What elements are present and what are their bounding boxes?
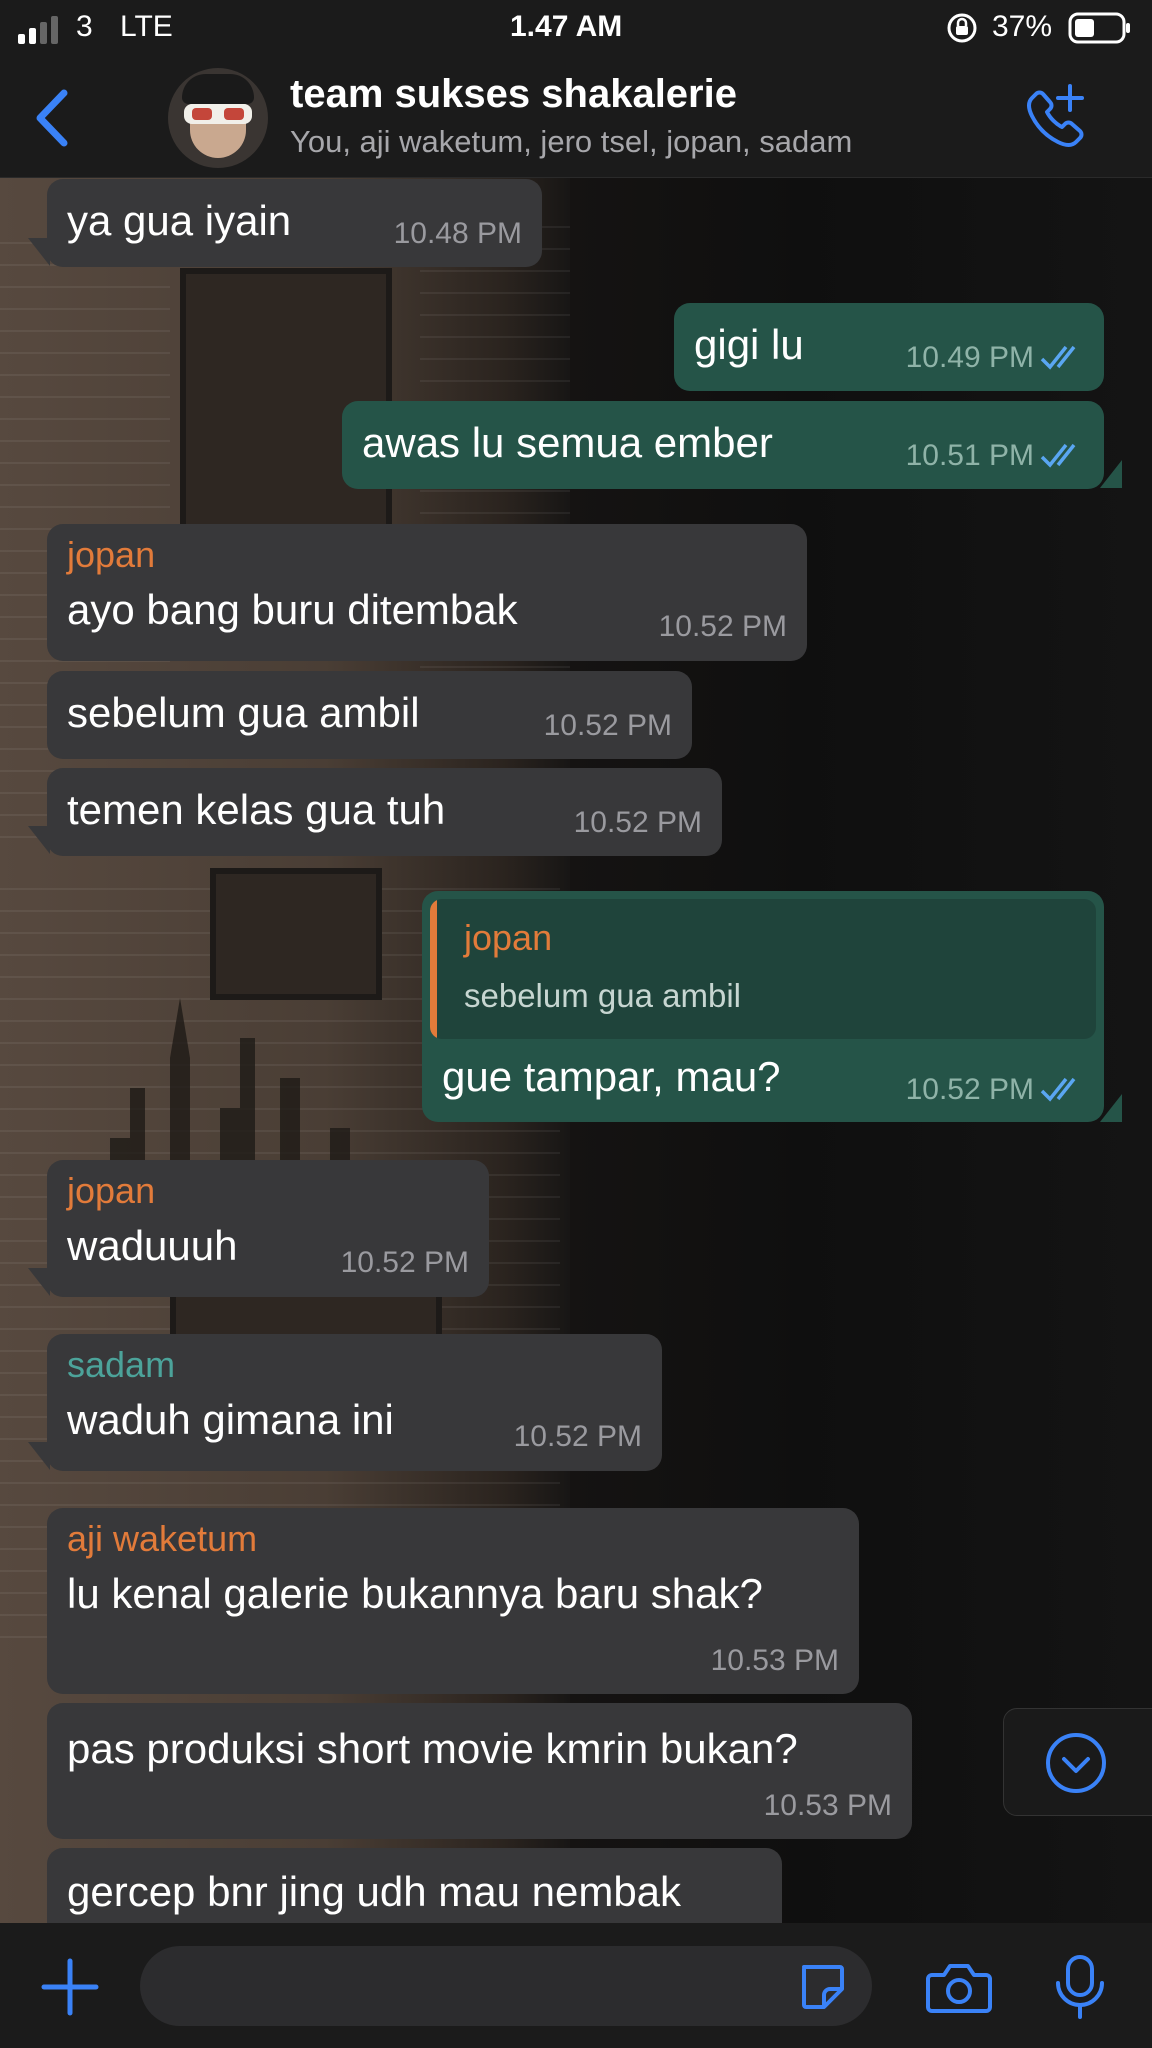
camera-icon[interactable]: [926, 1959, 992, 2015]
add-call-icon[interactable]: [1018, 82, 1088, 152]
sticker-icon[interactable]: [796, 1961, 848, 2013]
message-bubble[interactable]: gigi lu 10.49 PM: [674, 303, 1104, 391]
reply-quote[interactable]: jopan sebelum gua ambil: [430, 899, 1096, 1039]
clock: 1.47 AM: [510, 10, 623, 43]
sender-name: sadam: [67, 1344, 176, 1385]
network-label: LTE: [120, 10, 173, 43]
status-bar: 3 LTE 1.47 AM 37%: [0, 0, 1152, 60]
message-bubble[interactable]: awas lu semua ember 10.51 PM: [342, 401, 1104, 489]
group-members[interactable]: You, aji waketum, jero tsel, jopan, sada…: [290, 124, 852, 160]
group-title[interactable]: team sukses shakalerie: [290, 72, 737, 117]
reply-text: sebelum gua ambil: [464, 977, 741, 1014]
sender-name: aji waketum: [67, 1518, 258, 1559]
message-time: 10.53 PM: [763, 1789, 892, 1822]
message-time: 10.52 PM: [573, 806, 702, 839]
message-bubble[interactable]: aji waketum lu kenal galerie bukannya ba…: [47, 1508, 859, 1694]
reply-sender: jopan: [464, 917, 553, 958]
message-bubble[interactable]: jopan waduuuh 10.52 PM: [47, 1160, 489, 1297]
carrier-label: 3: [76, 10, 93, 43]
message-text: sebelum gua ambil: [67, 689, 420, 736]
message-bubble[interactable]: sadam waduh gimana ini 10.52 PM: [47, 1334, 662, 1471]
message-bubble[interactable]: jopan ayo bang buru ditembak 10.52 PM: [47, 524, 807, 661]
message-text: waduuuh: [67, 1222, 238, 1269]
message-time: 10.52 PM: [543, 709, 672, 742]
signal-icon: [18, 16, 58, 44]
message-time: 10.52 PM: [340, 1246, 469, 1279]
message-text: temen kelas gua tuh: [67, 786, 446, 833]
message-text: awas lu semua ember: [362, 419, 773, 466]
scroll-down-icon: [1046, 1733, 1106, 1793]
message-bubble[interactable]: gercep bnr jing udh mau nembak: [47, 1848, 782, 1928]
microphone-icon[interactable]: [1052, 1953, 1108, 2021]
message-text: gigi lu: [694, 321, 804, 368]
message-text: lu kenal galerie bukannya baru shak?: [67, 1570, 763, 1617]
chat-header: team sukses shakalerie You, aji waketum,…: [0, 60, 1152, 178]
group-avatar[interactable]: [168, 68, 268, 168]
message-bubble[interactable]: sebelum gua ambil 10.52 PM: [47, 671, 692, 759]
message-text: pas produksi short movie kmrin bukan?: [67, 1725, 798, 1772]
message-time: 10.53 PM: [710, 1644, 839, 1677]
message-input[interactable]: [140, 1946, 872, 2026]
sender-name: jopan: [67, 534, 156, 575]
read-ticks-icon: [1040, 443, 1076, 468]
plus-icon[interactable]: [40, 1957, 100, 2017]
message-time: 10.52 PM: [905, 1073, 1034, 1106]
battery-icon: [1068, 12, 1130, 44]
message-bubble[interactable]: jopan sebelum gua ambil gue tampar, mau?…: [422, 891, 1104, 1122]
input-bar: [0, 1923, 1152, 2048]
message-bubble[interactable]: ya gua iyain 10.48 PM: [47, 179, 542, 267]
message-bubble[interactable]: temen kelas gua tuh 10.52 PM: [47, 768, 722, 856]
message-time: 10.52 PM: [658, 610, 787, 643]
message-text: gercep bnr jing udh mau nembak: [67, 1868, 682, 1915]
read-ticks-icon: [1040, 1077, 1076, 1102]
message-time: 10.52 PM: [513, 1420, 642, 1453]
message-time: 10.51 PM: [905, 439, 1034, 472]
message-time: 10.49 PM: [905, 341, 1034, 374]
chevron-left-icon[interactable]: [30, 85, 74, 151]
rotation-lock-icon: [947, 13, 977, 43]
message-time: 10.48 PM: [393, 217, 522, 250]
battery-percent: 37%: [992, 10, 1053, 43]
message-text: waduh gimana ini: [67, 1396, 394, 1443]
scroll-down-button[interactable]: [1003, 1708, 1152, 1816]
sender-name: jopan: [67, 1170, 156, 1211]
message-text: gue tampar, mau?: [442, 1053, 781, 1100]
message-text: ya gua iyain: [67, 197, 292, 244]
message-bubble[interactable]: pas produksi short movie kmrin bukan? 10…: [47, 1703, 912, 1839]
message-text: ayo bang buru ditembak: [67, 586, 518, 633]
read-ticks-icon: [1040, 345, 1076, 370]
